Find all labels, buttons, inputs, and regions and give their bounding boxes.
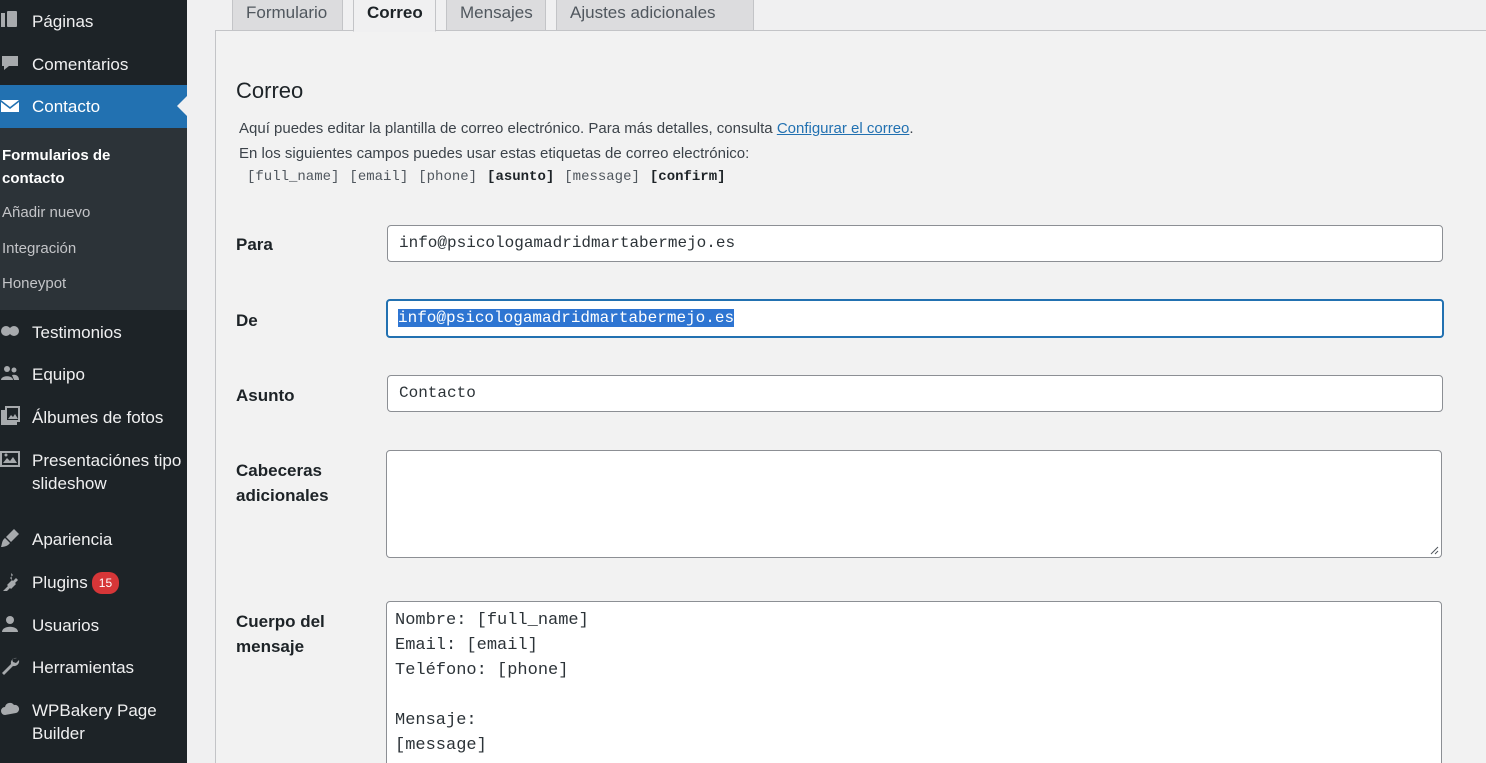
sidebar-item-label: Presentaciónes tipo slideshow <box>32 451 182 493</box>
additional-headers-textarea[interactable] <box>386 450 1442 558</box>
section-title: Correo <box>236 78 304 103</box>
to-label: Para <box>236 235 273 254</box>
sidebar-item-slideshows[interactable]: Presentaciónes tipo slideshow <box>0 449 187 495</box>
cloud-icon <box>0 699 22 721</box>
submenu-item-honeypot[interactable]: Honeypot <box>2 275 66 292</box>
tab-messages[interactable]: Mensajes <box>446 0 546 31</box>
sidebar-item-team[interactable]: Equipo <box>0 363 187 386</box>
groups-icon <box>0 363 22 385</box>
pages-icon <box>0 10 22 32</box>
submenu-item-add-new[interactable]: Añadir nuevo <box>2 204 90 221</box>
sidebar-item-comments[interactable]: Comentarios <box>0 53 187 76</box>
slides-icon <box>0 449 22 471</box>
sidebar-item-contact[interactable]: Contacto <box>0 85 187 128</box>
tab-mail[interactable]: Correo <box>353 0 436 32</box>
mail-tag: [confirm] <box>649 169 726 185</box>
sidebar-item-plugins[interactable]: Plugins 15 <box>0 571 187 594</box>
submenu-item-contact-forms[interactable]: Formularios de contacto <box>2 144 142 190</box>
submenu-item-integration[interactable]: Integración <box>2 240 76 257</box>
mail-tag-list: [full_name] [email] [phone] [asunto] [messag… <box>247 169 736 185</box>
sidebar-item-label: Usuarios <box>32 616 100 635</box>
from-label: De <box>236 311 258 330</box>
to-input[interactable]: info@psicologamadridmartabermejo.es <box>387 225 1443 262</box>
sidebar-item-label: Contacto <box>32 97 101 116</box>
sidebar-item-label: Páginas <box>32 12 94 31</box>
subject-label: Asunto <box>236 386 295 405</box>
description-text: Aquí puedes editar la plantilla de corre… <box>239 120 777 137</box>
sidebar-item-tools[interactable]: Herramientas <box>0 656 187 679</box>
sidebar-item-label: Herramientas <box>32 658 135 677</box>
sidebar-item-label: Testimonios <box>32 323 122 342</box>
sidebar-item-label: WPBakery Page Builder <box>32 701 157 743</box>
sidebar-item-label: Plugins 15 <box>32 571 182 594</box>
sidebar-item-label: Álbumes de fotos <box>32 408 164 427</box>
tab-additional-settings[interactable]: Ajustes adicionales (1) <box>556 0 754 48</box>
mail-tags-intro: En los siguientes campos puedes usar est… <box>239 145 750 162</box>
additional-headers-label: Cabeceras adicionales <box>236 461 329 505</box>
quote-icon <box>0 321 22 343</box>
description-suffix: . <box>909 120 914 137</box>
mail-tag: [full_name] <box>247 169 340 185</box>
sidebar-item-testimonials[interactable]: Testimonios <box>0 321 187 344</box>
sidebar-item-label: Apariencia <box>32 530 113 549</box>
tab-form[interactable]: Formulario <box>232 0 343 31</box>
user-icon <box>0 614 22 636</box>
admin-sidebar: Páginas Comentarios Contacto Formularios… <box>0 0 187 763</box>
mail-tag: [email] <box>349 169 409 185</box>
subject-input[interactable]: Contacto <box>387 375 1443 412</box>
active-menu-arrow <box>177 96 187 116</box>
update-count-badge: 15 <box>91 572 120 594</box>
mail-description: Aquí puedes editar la plantilla de corre… <box>239 120 914 137</box>
configure-mail-link[interactable]: Configurar el correo <box>777 120 910 137</box>
resize-grip-icon[interactable] <box>1429 545 1439 555</box>
contact-submenu: Formularios de contacto Añadir nuevo Int… <box>0 128 187 310</box>
from-input[interactable]: info@psicologamadridmartabermejo.es <box>386 299 1444 338</box>
mail-panel: Correo Aquí puedes editar la plantilla d… <box>215 30 1486 763</box>
sidebar-item-pages[interactable]: Páginas <box>0 10 187 33</box>
comments-icon <box>0 53 22 75</box>
message-body-textarea[interactable]: Nombre: [full_name] Email: [email] Teléf… <box>386 601 1442 763</box>
sidebar-item-photo-albums[interactable]: Álbumes de fotos <box>0 406 187 429</box>
brush-icon <box>0 528 22 550</box>
selected-text: info@psicologamadridmartabermejo.es <box>398 309 735 327</box>
sidebar-item-wpbakery[interactable]: WPBakery Page Builder <box>0 699 187 745</box>
sidebar-item-label: Equipo <box>32 365 85 384</box>
plugins-label: Plugins <box>32 573 88 592</box>
mail-tag: [phone] <box>418 169 478 185</box>
mail-tag: [asunto] <box>487 169 555 185</box>
sidebar-item-users[interactable]: Usuarios <box>0 614 187 637</box>
sidebar-item-label: Comentarios <box>32 55 129 74</box>
mail-tag: [message] <box>564 169 640 185</box>
plugin-icon <box>0 571 22 593</box>
images-icon <box>0 406 22 428</box>
message-body-label: Cuerpo del mensaje <box>236 612 325 656</box>
sidebar-item-appearance[interactable]: Apariencia <box>0 528 187 551</box>
envelope-icon <box>0 96 22 118</box>
wrench-icon <box>0 656 22 678</box>
